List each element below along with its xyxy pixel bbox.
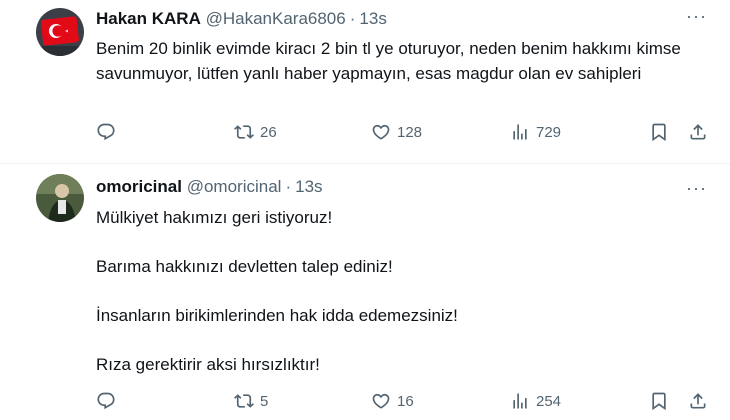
separator-dot: · <box>285 177 292 196</box>
share-button[interactable] <box>688 122 708 142</box>
retweet-icon <box>234 122 254 142</box>
bookmark-icon <box>649 391 669 411</box>
user-handle[interactable]: @omoricinal <box>187 177 282 196</box>
tweet-omoricinal[interactable]: omoricinal @omoricinal · 13s ··· Mülkiyet … <box>0 164 730 420</box>
like-button[interactable]: 128 <box>371 122 422 142</box>
views-icon <box>510 122 530 142</box>
retweet-count: 26 <box>260 123 277 141</box>
like-icon <box>371 391 391 411</box>
avatar[interactable] <box>36 8 84 56</box>
tweet-paragraph: Barıma hakkınızı devletten talep ediniz! <box>96 257 393 276</box>
like-count: 16 <box>397 392 414 410</box>
tweet-paragraph: İnsanların birikimlerinden hak idda edem… <box>96 306 458 325</box>
more-icon[interactable]: ··· <box>686 178 707 199</box>
reply-icon <box>96 391 116 411</box>
tweet-text: Mülkiyet hakımızı geri istiyoruz! Barıma… <box>96 206 696 402</box>
timestamp[interactable]: 13s <box>359 9 386 28</box>
retweet-button[interactable]: 5 <box>234 391 268 411</box>
bookmark-button[interactable] <box>649 391 669 411</box>
like-count: 128 <box>397 123 423 141</box>
separator-dot: · <box>349 9 356 28</box>
tweet-hakan-kara[interactable]: Hakan KARA @HakanKara6806 · 13s ··· Benim … <box>0 0 730 164</box>
tweet-paragraph: Mülkiyet hakımızı geri istiyoruz! <box>96 208 333 227</box>
view-count: 729 <box>536 123 562 141</box>
share-icon <box>688 122 708 142</box>
share-button[interactable] <box>688 391 708 411</box>
tweet-text: Benim 20 binlik evimde kiracı 2 bin tl y… <box>96 39 681 83</box>
like-button[interactable]: 16 <box>371 391 414 411</box>
tweet-header: omoricinal @omoricinal · 13s <box>96 177 323 197</box>
bookmark-button[interactable] <box>649 122 669 142</box>
reply-button[interactable] <box>96 391 116 411</box>
retweet-button[interactable]: 26 <box>234 122 277 142</box>
action-bar: 26 128 729 <box>0 122 730 146</box>
retweet-icon <box>234 391 254 411</box>
views-button[interactable]: 254 <box>510 391 561 411</box>
display-name[interactable]: omoricinal <box>96 177 182 196</box>
tweet-paragraph: Rıza gerektirir aksi hırsızlıktır! <box>96 355 320 374</box>
action-bar: 5 16 254 <box>0 391 730 415</box>
more-icon[interactable]: ··· <box>686 6 707 27</box>
views-icon <box>510 391 530 411</box>
bookmark-icon <box>649 122 669 142</box>
timestamp[interactable]: 13s <box>295 177 322 196</box>
reply-button[interactable] <box>96 122 116 142</box>
like-icon <box>371 122 391 142</box>
view-count: 254 <box>536 392 562 410</box>
avatar[interactable] <box>36 174 84 222</box>
display-name[interactable]: Hakan KARA <box>96 9 201 28</box>
reply-icon <box>96 122 116 142</box>
share-icon <box>688 391 708 411</box>
user-handle[interactable]: @HakanKara6806 <box>206 9 346 28</box>
views-button[interactable]: 729 <box>510 122 561 142</box>
retweet-count: 5 <box>260 392 269 410</box>
tweet-header: Hakan KARA @HakanKara6806 · 13s <box>96 9 387 29</box>
